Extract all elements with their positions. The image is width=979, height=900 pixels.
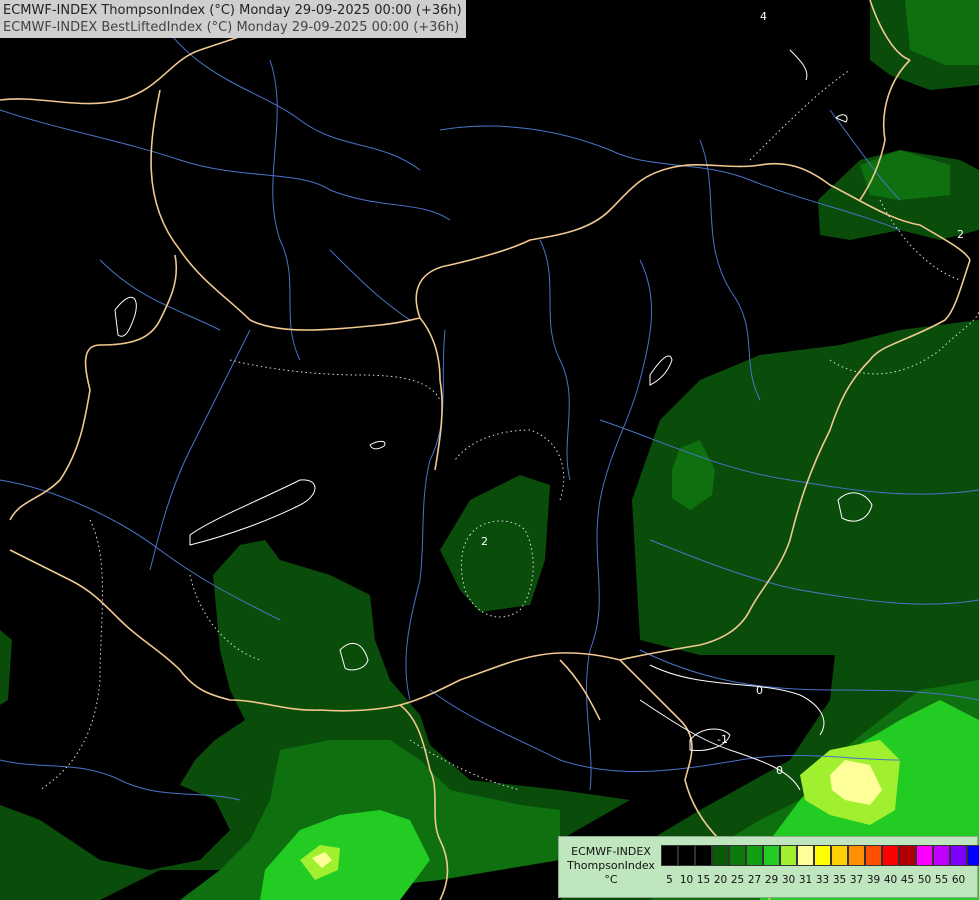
legend-swatch xyxy=(865,845,882,866)
legend-swatch xyxy=(848,845,865,866)
color-legend: ECMWF-INDEX ThompsonIndex °C 5 10 15 20 25 27… xyxy=(558,836,979,898)
legend-swatch xyxy=(729,845,746,866)
legend-swatch xyxy=(763,845,780,866)
weather-map: 2 0 -1 0 4 2 2 xyxy=(0,0,979,900)
legend-tick-label: 25 xyxy=(730,874,745,886)
legend-tick-label: 5 xyxy=(666,874,673,886)
legend-tick-label: 15 xyxy=(696,874,711,886)
legend-swatch xyxy=(712,845,729,866)
contour-label: 2 xyxy=(957,228,964,241)
legend-swatch xyxy=(831,845,848,866)
legend-tick-label: 31 xyxy=(798,874,813,886)
legend-ticks: 5 10 15 20 25 27 29 30 31 33 35 37 39 40 45 50 55 60 xyxy=(661,874,967,886)
legend-swatch xyxy=(797,845,814,866)
contour-label: 4 xyxy=(760,10,767,23)
contour-label: 0 xyxy=(756,684,763,697)
legend-tick-label: 33 xyxy=(815,874,830,886)
legend-unit: °C xyxy=(604,873,618,886)
legend-swatch xyxy=(967,845,979,866)
legend-model: ECMWF-INDEX xyxy=(571,845,651,858)
legend-swatch xyxy=(678,845,695,866)
contour-label: -1 xyxy=(717,733,728,746)
legend-swatch xyxy=(695,845,712,866)
contour-label: 0 xyxy=(776,764,783,777)
contour-label: 2 xyxy=(481,535,488,548)
legend-swatch xyxy=(916,845,933,866)
legend-swatch xyxy=(950,845,967,866)
legend-swatch xyxy=(746,845,763,866)
title-line-thompson: ECMWF-INDEX ThompsonIndex (°C) Monday 29… xyxy=(3,3,462,18)
legend-tick-label: 60 xyxy=(951,874,966,886)
legend-swatch xyxy=(780,845,797,866)
legend-tick-label: 27 xyxy=(747,874,762,886)
title-line-lifted: ECMWF-INDEX BestLiftedIndex (°C) Monday … xyxy=(3,20,460,35)
map-title: ECMWF-INDEX ThompsonIndex (°C) Monday 29… xyxy=(0,0,466,38)
legend-swatch xyxy=(882,845,899,866)
legend-label: ECMWF-INDEX ThompsonIndex °C xyxy=(563,845,659,887)
legend-swatch xyxy=(933,845,950,866)
legend-tick-label: 50 xyxy=(917,874,932,886)
legend-tick-label: 20 xyxy=(713,874,728,886)
legend-swatch xyxy=(899,845,916,866)
legend-tick-label: 39 xyxy=(866,874,881,886)
legend-tick-label: 45 xyxy=(900,874,915,886)
legend-tick-label: 10 xyxy=(679,874,694,886)
legend-tick-label: 35 xyxy=(832,874,847,886)
legend-tick-label: 29 xyxy=(764,874,779,886)
legend-swatch xyxy=(814,845,831,866)
legend-tick-label: 40 xyxy=(883,874,898,886)
legend-tick-label: 30 xyxy=(781,874,796,886)
legend-tick-label: 37 xyxy=(849,874,864,886)
legend-color-bar xyxy=(661,845,979,866)
legend-swatch xyxy=(661,845,678,866)
legend-tick-label: 55 xyxy=(934,874,949,886)
legend-parameter: ThompsonIndex xyxy=(567,859,655,872)
